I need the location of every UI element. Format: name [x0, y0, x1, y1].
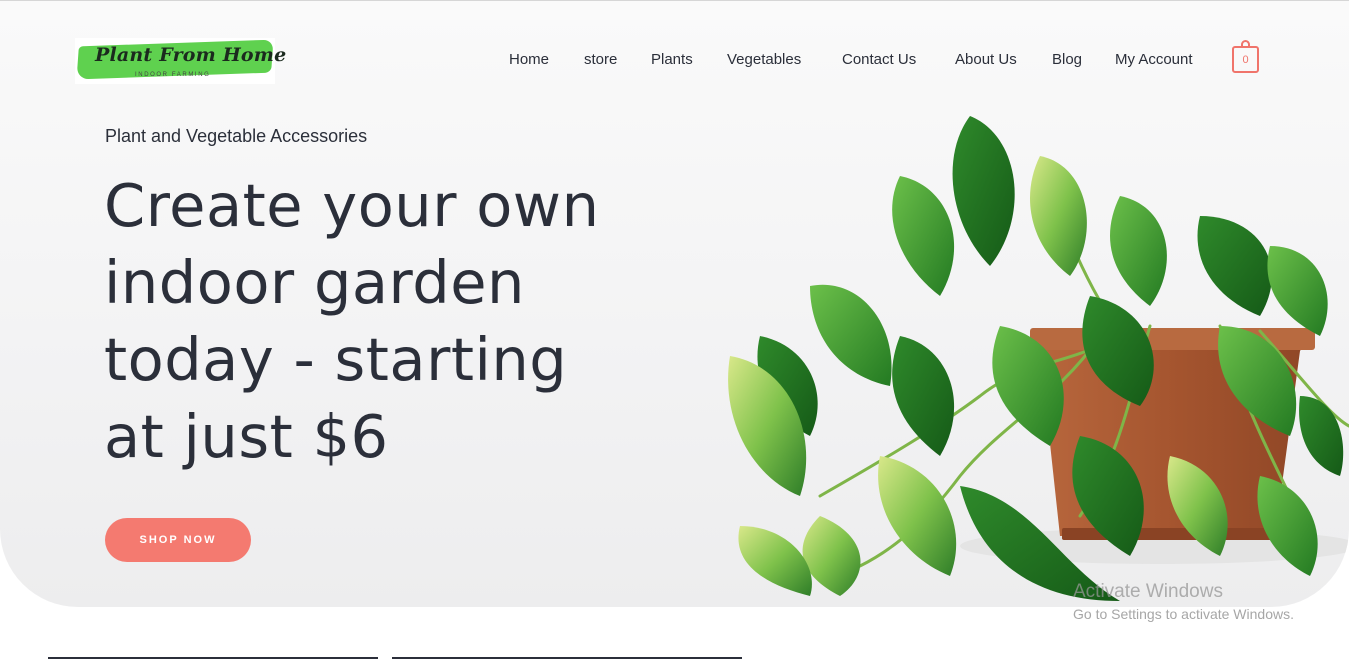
- windows-activation-subtitle: Go to Settings to activate Windows.: [1073, 606, 1294, 622]
- nav-item-contact-us[interactable]: Contact Us: [842, 51, 916, 68]
- hero-headline: Create your own indoor garden today - st…: [104, 167, 664, 475]
- hero-section: Plant From Home INDOOR FARMING Home stor…: [0, 1, 1349, 607]
- headline-line: Create your own: [104, 171, 600, 240]
- site-logo[interactable]: Plant From Home INDOOR FARMING: [75, 38, 287, 84]
- logo-subtitle: INDOOR FARMING: [135, 72, 211, 78]
- potted-plant-image: [728, 116, 1349, 601]
- page: Plant From Home INDOOR FARMING Home stor…: [0, 0, 1349, 659]
- logo-title: Plant From Home: [95, 44, 287, 66]
- shop-now-button[interactable]: SHOP NOW: [105, 518, 251, 562]
- headline-line: today - starting: [104, 325, 568, 394]
- cart-count: 0: [1242, 53, 1249, 66]
- cart-button[interactable]: 0: [1232, 40, 1259, 73]
- nav-item-store[interactable]: store: [584, 51, 617, 68]
- headline-line: at just $6: [104, 402, 389, 471]
- nav-item-about-us[interactable]: About Us: [955, 51, 1017, 68]
- nav-item-plants[interactable]: Plants: [651, 51, 693, 68]
- nav-item-vegetables[interactable]: Vegetables: [727, 51, 801, 68]
- nav-item-blog[interactable]: Blog: [1052, 51, 1082, 68]
- headline-line: indoor garden: [104, 248, 525, 317]
- shopping-bag-icon: [1241, 40, 1250, 48]
- hero-eyebrow: Plant and Vegetable Accessories: [105, 126, 368, 146]
- nav-item-my-account[interactable]: My Account: [1115, 51, 1193, 68]
- nav-item-home[interactable]: Home: [509, 51, 549, 68]
- windows-activation-title: Activate Windows: [1073, 581, 1223, 602]
